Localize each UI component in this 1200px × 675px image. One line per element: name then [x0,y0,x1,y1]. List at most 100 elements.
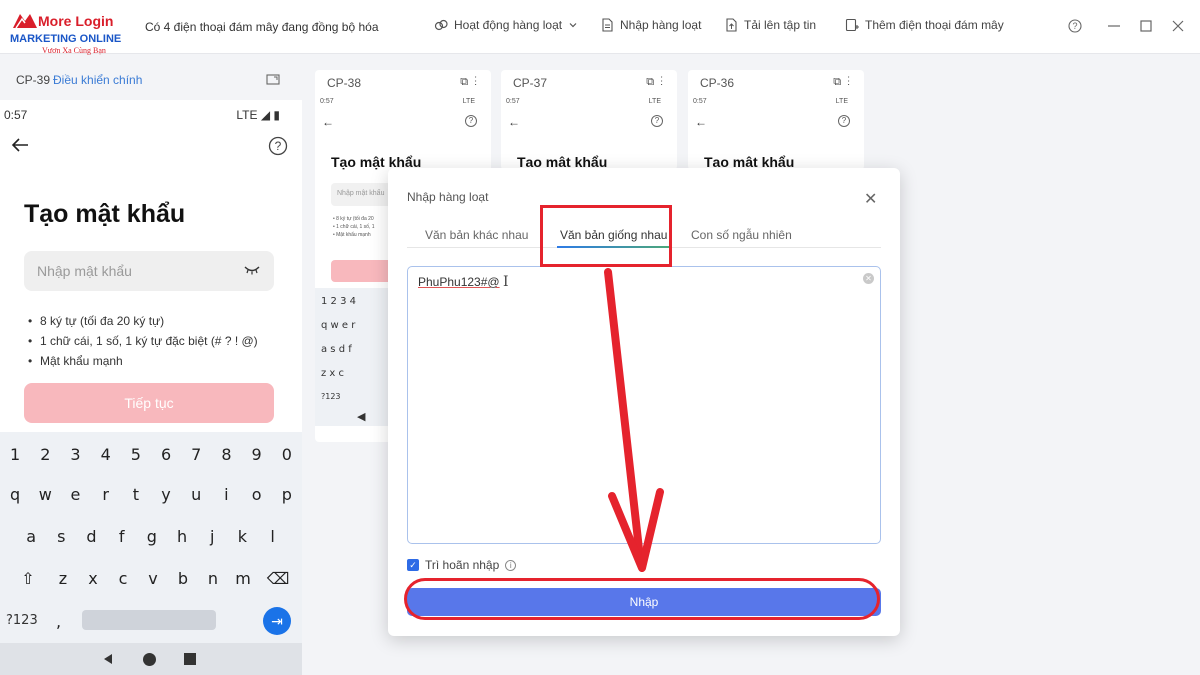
key-i[interactable]: i [211,485,241,504]
space-key[interactable] [82,610,216,630]
key-r[interactable]: r [91,485,121,504]
key-0[interactable]: 0 [272,445,302,464]
nav-back-icon[interactable] [103,654,113,664]
logo-mark-icon [13,14,37,29]
card-kb-row2: q w e r [321,320,356,331]
card-network: LTE [462,98,475,105]
key-f[interactable]: f [107,527,137,546]
phone-time: 0:57 [4,108,28,122]
key-v[interactable]: v [138,569,168,588]
key-4[interactable]: 4 [91,445,121,464]
key-h[interactable]: h [167,527,197,546]
upload-file-button[interactable]: Tải lên tập tin [724,18,816,32]
minimize-icon[interactable] [1106,18,1122,34]
bulk-input-button[interactable]: Nhập hàng loạt [600,18,701,32]
key-g[interactable]: g [137,527,167,546]
expand-icon[interactable] [266,72,280,86]
card-menu-icon[interactable]: ⧉ ⋮ [460,76,477,89]
delay-label: Trì hoãn nhập [425,558,500,572]
delay-checkbox[interactable]: ✓ [407,559,419,571]
key-1[interactable]: 1 [0,445,30,464]
tab-different-text[interactable]: Văn bản khác nhau [425,228,528,242]
main-phone-screen[interactable]: 0:57 LTE ◢ ▮ ? Tạo mật khẩu Nhập mật khẩ… [0,100,302,675]
key-5[interactable]: 5 [121,445,151,464]
maximize-icon[interactable] [1138,18,1154,34]
key-9[interactable]: 9 [242,445,272,464]
continue-button[interactable]: Tiếp tục [24,383,274,423]
card-time: 0:57 [693,98,707,105]
card-back-icon: ← [322,115,334,129]
key-y[interactable]: y [151,485,181,504]
question-icon[interactable]: ? [268,136,288,156]
logo-slogan: Vươn Xa Cùng Bạn [42,46,106,55]
key-a[interactable]: a [16,527,46,546]
key-8[interactable]: 8 [211,445,241,464]
key-m[interactable]: m [228,569,258,588]
key-e[interactable]: e [60,485,90,504]
chevron-down-icon [569,23,577,28]
key-d[interactable]: d [76,527,106,546]
add-cloud-phone-button[interactable]: Thêm điện thoại đám mây [845,18,1004,32]
svg-text:?: ? [275,139,282,153]
password-input[interactable]: Nhập mật khẩu [24,251,274,291]
card-kb-row1: 1 2 3 4 [321,296,356,307]
key-q[interactable]: q [0,485,30,504]
highlight-box-button [404,578,880,620]
keyboard-number-row: 1234567890 [0,445,302,464]
key-s[interactable]: s [46,527,76,546]
back-arrow-icon[interactable] [10,136,30,154]
logo-subtitle: MARKETING ONLINE [10,33,122,45]
red-arrow-annotation [604,268,664,572]
batch-activity-menu[interactable]: Hoạt động hàng loạt [434,18,578,32]
key-k[interactable]: k [227,527,257,546]
shift-key-icon[interactable]: ⇧ [8,569,48,588]
batch-activity-label: Hoạt động hàng loạt [454,18,563,32]
dialog-close-icon[interactable]: ✕ [864,189,877,209]
backspace-key-icon[interactable]: ⌫ [258,569,298,588]
key-t[interactable]: t [121,485,151,504]
key-o[interactable]: o [242,485,272,504]
card-header: CP-37 ⧉ ⋮ [501,70,677,96]
key-u[interactable]: u [181,485,211,504]
key-x[interactable]: x [78,569,108,588]
key-6[interactable]: 6 [151,445,181,464]
key-2[interactable]: 2 [30,445,60,464]
rule-strength: Mật khẩu mạnh [28,351,258,371]
keyboard-row-zxcv: ⇧ z x c v b n m ⌫ [0,569,302,588]
nav-recent-icon[interactable] [184,653,196,665]
tab-random-number[interactable]: Con số ngẫu nhiên [691,228,792,242]
card-menu-icon[interactable]: ⧉ ⋮ [646,76,663,89]
clear-text-icon[interactable]: ✕ [863,273,874,284]
card-rules: • 8 ký tự (tối đa 20 • 1 chữ cái, 1 số, 1… [333,216,375,238]
key-b[interactable]: b [168,569,198,588]
add-cloud-phone-label: Thêm điện thoại đám mây [865,18,1004,32]
key-3[interactable]: 3 [60,445,90,464]
comma-key[interactable]: , [56,612,61,631]
symbols-key[interactable]: ?123 [6,613,38,628]
card-menu-icon[interactable]: ⧉ ⋮ [833,76,850,89]
delay-input-option[interactable]: ✓ Trì hoãn nhập i [407,558,517,572]
eye-closed-icon[interactable] [244,265,260,275]
cloud-icon [434,19,448,31]
nav-home-icon[interactable] [143,653,156,666]
info-icon[interactable]: i [505,559,517,571]
close-icon[interactable] [1170,18,1186,34]
key-c[interactable]: c [108,569,138,588]
key-j[interactable]: j [197,527,227,546]
phone-card[interactable]: CP-37 ⧉ ⋮ 0:57 LTE ← ? Tạo mật khẩu [501,70,677,170]
keyboard-row-asdf: asdfghjkl [0,527,302,546]
password-rules: 8 ký tự (tối đa 20 ký tự) 1 chữ cái, 1 s… [28,311,258,371]
key-w[interactable]: w [30,485,60,504]
help-icon[interactable]: ? [1067,18,1083,34]
key-l[interactable]: l [258,527,288,546]
key-n[interactable]: n [198,569,228,588]
network-label: LTE [236,108,258,122]
enter-key-icon[interactable]: ⇥ [263,607,291,635]
phone-card[interactable]: CP-36 ⧉ ⋮ 0:57 LTE ← ? Tạo mật khẩu [688,70,864,170]
key-p[interactable]: p [272,485,302,504]
keyboard-row-qwerty: qwertyuiop [0,485,302,504]
key-7[interactable]: 7 [181,445,211,464]
key-z[interactable]: z [48,569,78,588]
card-help-icon: ? [465,115,477,127]
soft-keyboard[interactable]: 1234567890 qwertyuiop asdfghjkl ⇧ zxcvbn… [0,432,302,675]
